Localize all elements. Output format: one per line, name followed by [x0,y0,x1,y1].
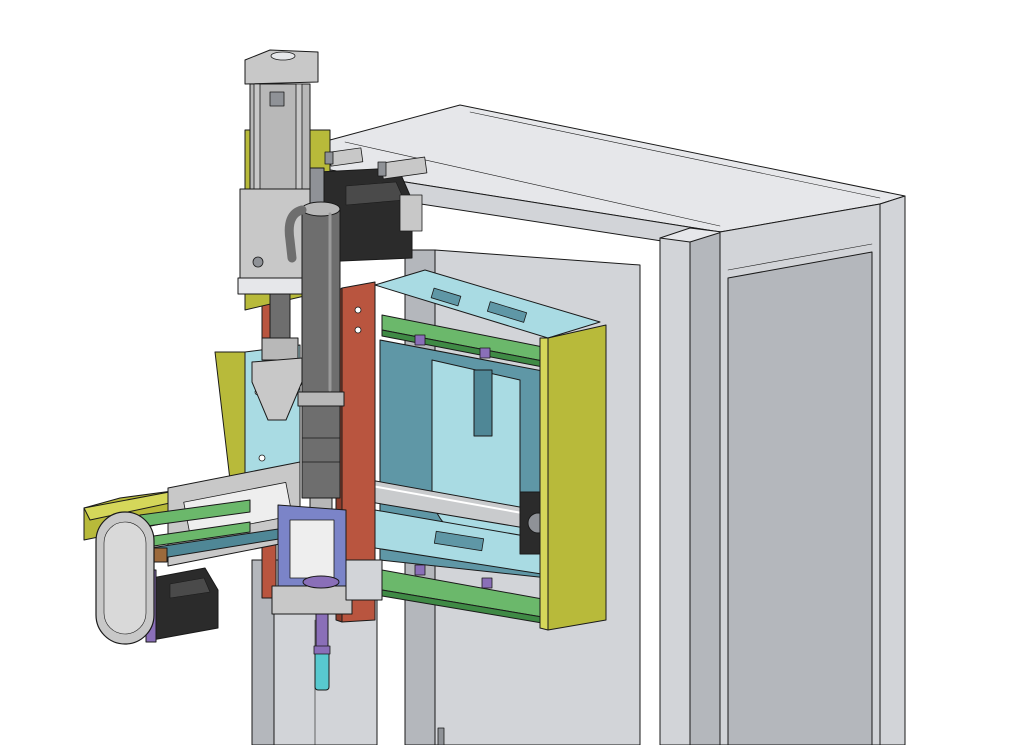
lower-rail-block-1 [414,564,426,576]
floor-pin [437,727,445,745]
belt-end-cover-inner [103,521,147,635]
fixture-window [289,519,335,579]
lower-rail-block-2 [481,577,493,589]
plate-bolt-2 [354,326,362,334]
cylinder-tie-rod-left [253,83,261,190]
plate-bolt-1 [354,306,362,314]
cylinder-rod-clamp [261,337,299,361]
cylinder-top-port [270,51,296,61]
cylinder-body-bolt [252,256,264,268]
fixture-clamp [345,559,383,601]
lower-servo-body [151,567,219,641]
frame-corner-post-face [689,231,721,745]
fixture-base [271,585,353,615]
spindle-upper-body [301,207,341,394]
spindle-collar [297,391,345,407]
spindle-lower-body [301,405,341,499]
bit-tip-cap [313,645,331,655]
cylinder-port-block [269,91,285,107]
carriage-stop-block [473,369,493,437]
frame-side-panel-inner [727,251,873,745]
cylinder-tie-rod-right [295,83,303,190]
upper-rail-block-1 [414,334,426,346]
fixture-disc [302,575,340,589]
cylinder-rod [269,293,291,343]
bit-shank [315,613,329,651]
upper-rail-block-2 [479,347,491,359]
servo-side-connector [399,194,423,232]
mount-plate-hole-3 [258,454,266,462]
yellow-end-panel [547,324,607,631]
machine-assembly-drawing [83,49,906,745]
frame-right-post [879,195,906,745]
lower-servo-motor [145,567,219,643]
spindle-top-cap [301,201,341,217]
bit-tip [314,649,330,691]
yellow-end-panel-edge [539,337,549,631]
